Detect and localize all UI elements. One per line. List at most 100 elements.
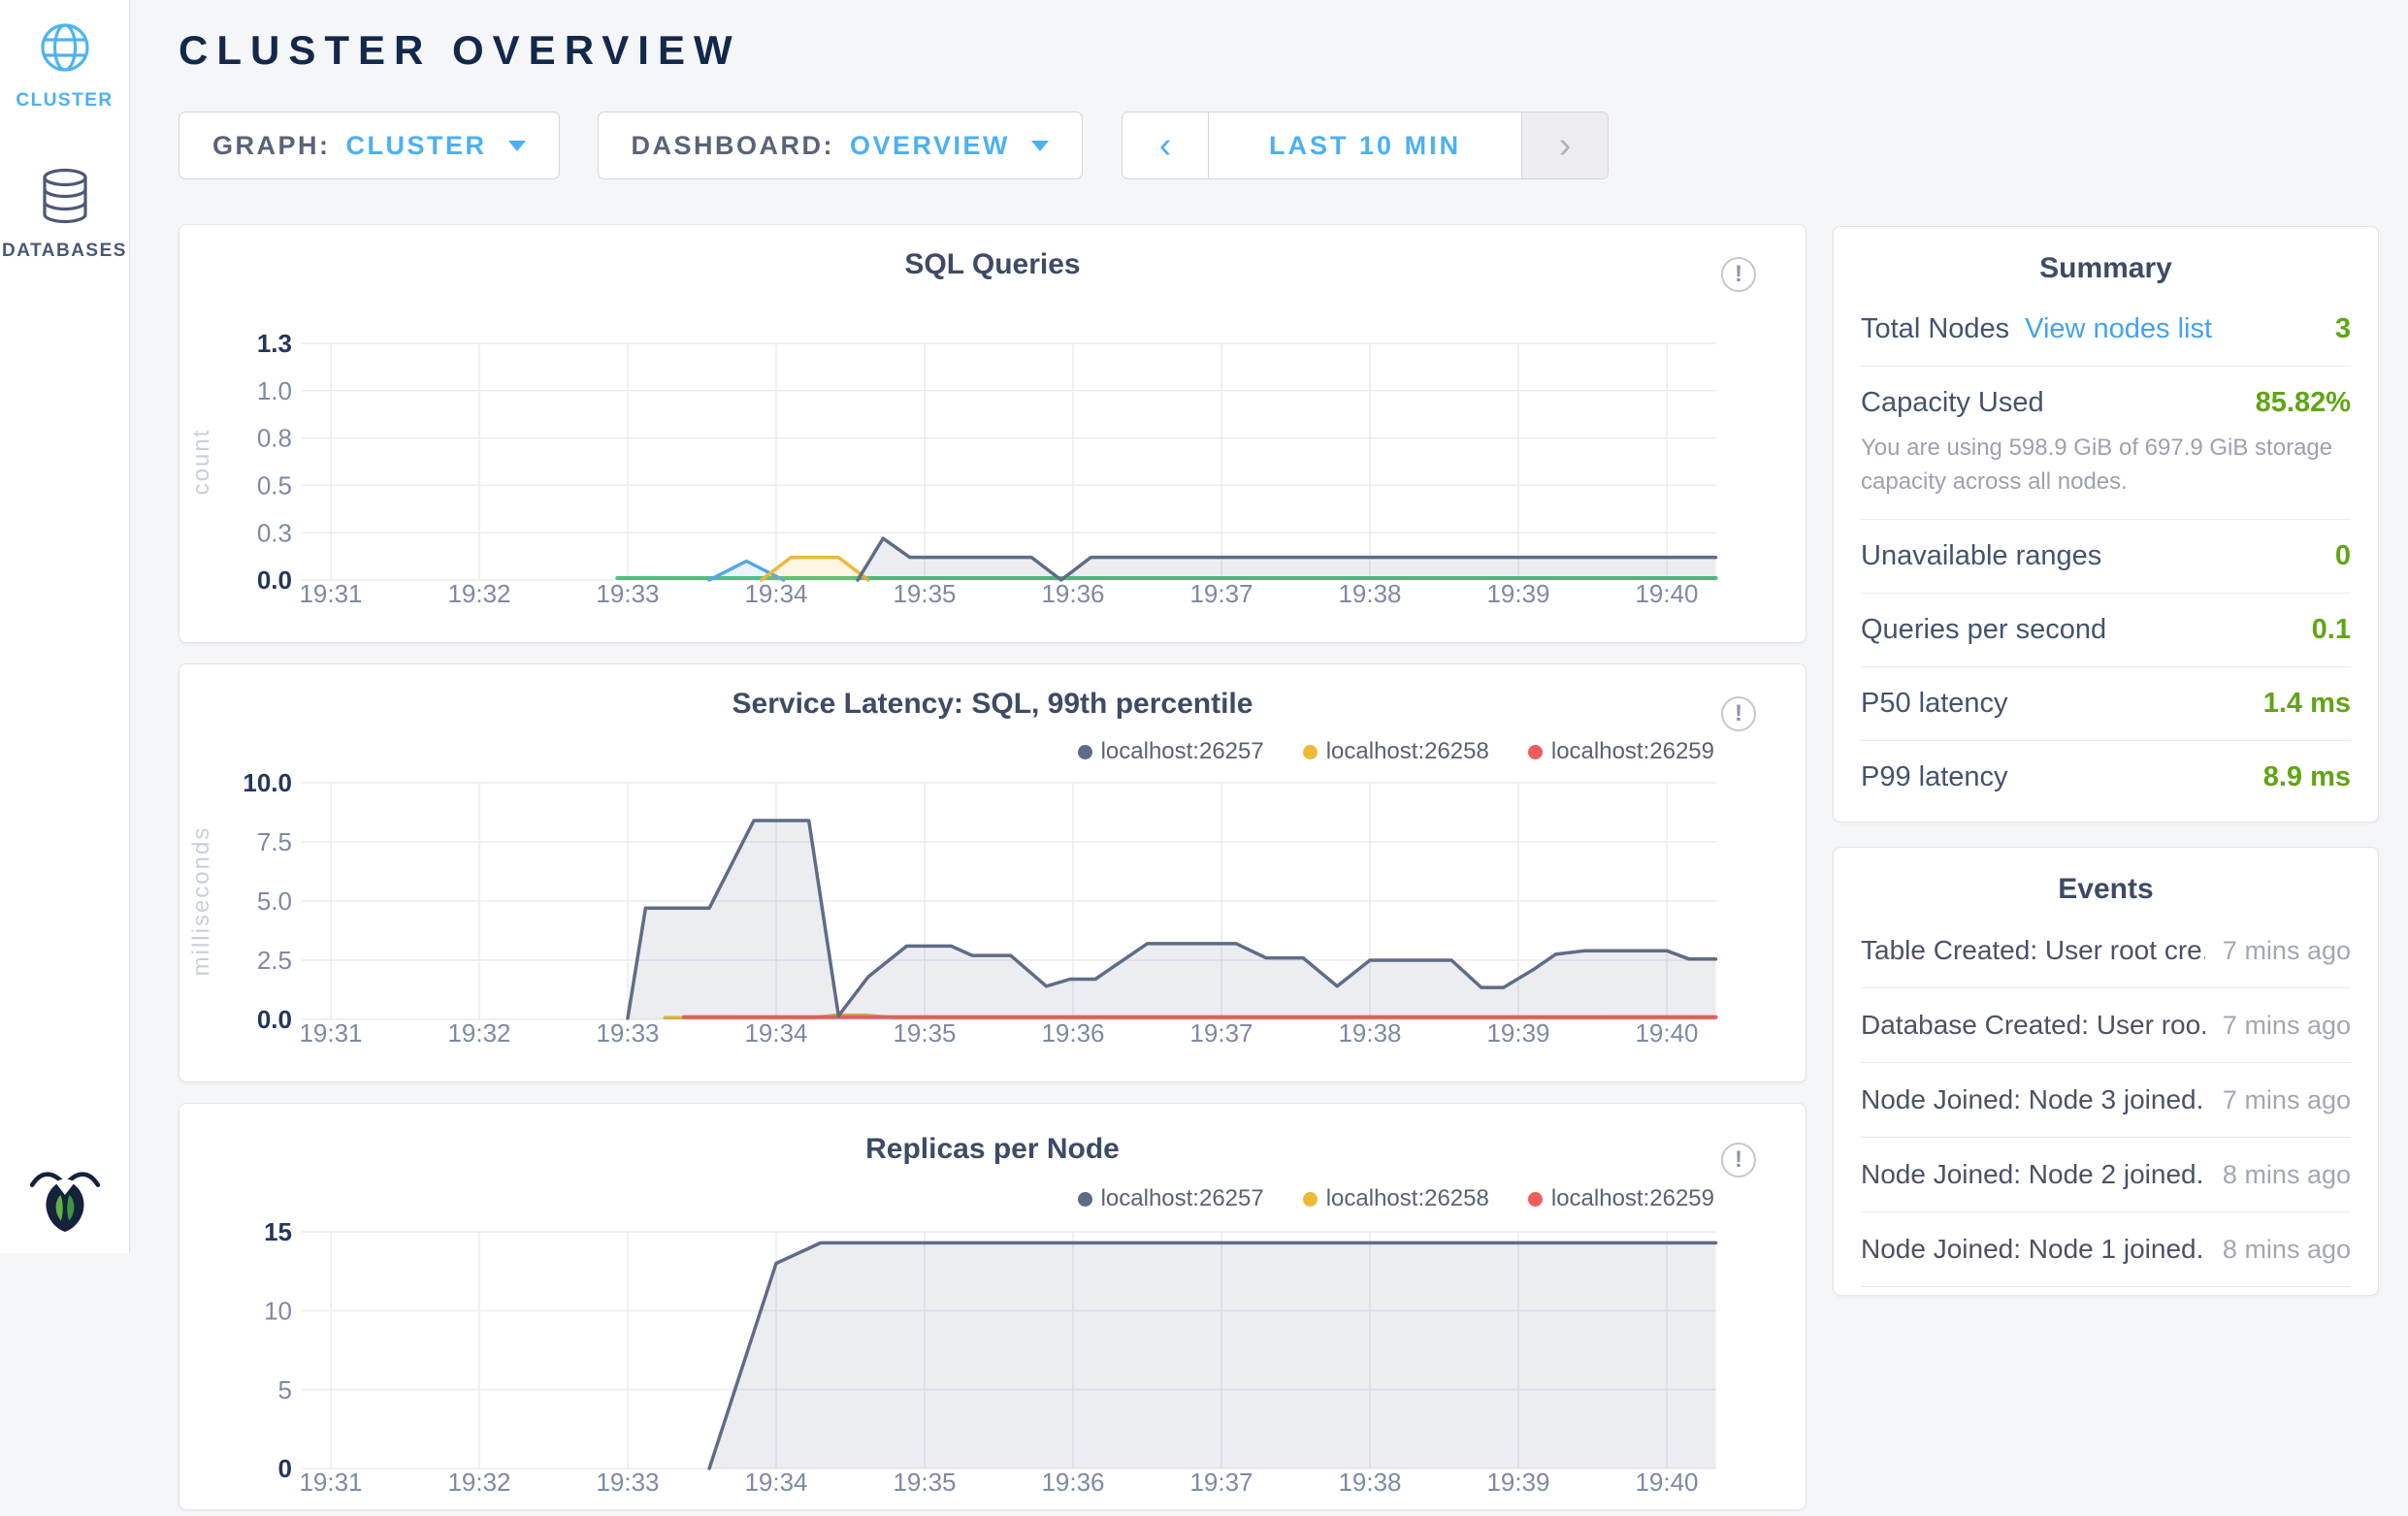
svg-text:19:39: 19:39 [1486,1018,1549,1048]
svg-text:0.3: 0.3 [257,518,292,547]
legend-item: localhost:26257 [1078,1185,1264,1212]
svg-text:19:33: 19:33 [596,1018,659,1048]
svg-text:19:34: 19:34 [744,1468,807,1497]
time-next-button[interactable]: › [1521,113,1608,178]
svg-text:19:35: 19:35 [893,1018,956,1048]
chart-plot-area[interactable]: 0.02.55.07.510.019:3119:3219:3319:3419:3… [179,761,1807,1067]
info-icon[interactable]: ! [1721,257,1756,292]
x-tick-labels: 19:3119:3219:3319:3419:3519:3619:3719:38… [299,1468,1698,1497]
summary-row-label: Queries per second [1861,614,2106,646]
chart-plot-area[interactable]: 05101519:3119:3219:3319:3419:3519:3619:3… [179,1210,1807,1516]
summary-row: Unavailable ranges 0 [1861,519,2351,593]
svg-text:0.0: 0.0 [257,1005,292,1034]
toolbar: GRAPH: CLUSTER DASHBOARD: OVERVIEW ‹ LAS… [179,112,1806,179]
chevron-down-icon [508,141,526,151]
svg-text:1.0: 1.0 [257,376,292,405]
summary-row-label: Unavailable ranges [1861,540,2101,572]
sidebar-item-databases[interactable]: DATABASES [0,168,129,262]
svg-text:19:37: 19:37 [1189,1468,1253,1497]
summary-row: Capacity Used 85.82% You are using 598.9… [1861,366,2351,519]
svg-text:19:37: 19:37 [1189,1018,1253,1048]
svg-text:19:36: 19:36 [1041,1018,1104,1048]
svg-text:5.0: 5.0 [257,887,292,916]
events-title: Events [1861,873,2351,906]
svg-text:19:35: 19:35 [893,579,956,608]
chart-title: Replicas per Node [179,1133,1806,1166]
svg-text:19:32: 19:32 [447,1018,510,1048]
sidebar-item-label: CLUSTER [16,90,113,112]
event-row[interactable]: Node Joined: Node 1 joined... 8 mins ago [1861,1212,2351,1287]
summary-row-label: Capacity Used [1861,387,2044,419]
legend-dot-icon [1528,1192,1543,1207]
chevron-down-icon [1031,141,1049,151]
svg-text:19:39: 19:39 [1486,579,1549,608]
service-latency-chart-card: Service Latency: SQL, 99th percentile ! … [179,663,1806,1082]
svg-text:0.8: 0.8 [257,424,292,453]
legend-dot-icon [1303,1192,1318,1207]
summary-row-value: 1.4 ms [2263,688,2351,720]
dashboard-dropdown[interactable]: DASHBOARD: OVERVIEW [598,112,1084,179]
summary-row-value: 0 [2335,540,2351,572]
svg-text:19:32: 19:32 [447,579,510,608]
chart-svg: 0.00.30.50.81.01.319:3119:3219:3319:3419… [179,322,1807,623]
svg-text:0: 0 [278,1454,292,1483]
svg-text:0.0: 0.0 [257,565,292,595]
summary-title: Summary [1861,252,2351,285]
chart-title: SQL Queries [179,248,1806,281]
chart-svg: 0.02.55.07.510.019:3119:3219:3319:3419:3… [179,761,1807,1062]
legend-label: localhost:26259 [1551,1185,1714,1212]
event-row[interactable]: Table Created: User root cre... 7 mins a… [1861,914,2351,988]
svg-text:19:31: 19:31 [299,1018,362,1048]
event-text: Node Joined: Node 1 joined... [1861,1234,2205,1265]
time-range-selector: ‹ LAST 10 MIN › [1122,112,1609,179]
legend-item: localhost:26258 [1303,1185,1489,1212]
legend-label: localhost:26258 [1326,1185,1489,1212]
series-area-localhost:26257 [709,1242,1715,1468]
view-nodes-list-link[interactable]: View nodes list [2025,313,2212,345]
graph-dropdown[interactable]: GRAPH: CLUSTER [179,112,560,179]
sql-queries-chart-card: SQL Queries ! 0.00.30.50.81.01.319:3119:… [179,224,1806,643]
svg-text:19:34: 19:34 [744,579,807,608]
sidebar: CLUSTER DATABASES [0,0,130,1253]
event-text: Table Created: User root cre... [1861,935,2205,966]
cockroachdb-logo[interactable] [28,1159,102,1238]
y-axis-label: milliseconds [188,826,214,977]
chart-plot-area[interactable]: 0.00.30.50.81.01.319:3119:3219:3319:3419… [179,322,1807,628]
event-row[interactable]: Node Joined: Node 3 joined... 7 mins ago [1861,1063,2351,1138]
info-icon[interactable]: ! [1721,696,1756,731]
series-area-localhost:26257 [628,821,1716,1019]
summary-panel: Summary Total Nodes View nodes list 3 Ca… [1833,226,2379,823]
time-prev-button[interactable]: ‹ [1123,113,1209,178]
svg-text:19:34: 19:34 [744,1018,807,1048]
svg-text:2.5: 2.5 [257,946,292,975]
y-gridlines [302,343,1716,580]
legend-dot-icon [1528,745,1543,759]
databases-icon [40,168,90,229]
event-text: Database Created: User roo... [1861,1010,2205,1041]
events-panel: Events Table Created: User root cre... 7… [1833,847,2379,1296]
svg-text:19:37: 19:37 [1189,579,1253,608]
graph-dropdown-value: CLUSTER [346,131,487,161]
event-text: Node Joined: Node 2 joined... [1861,1159,2205,1190]
legend-dot-icon [1078,745,1092,759]
time-range-button[interactable]: LAST 10 MIN [1209,113,1521,178]
chart-legend: localhost:26257 localhost:26258 localhost:… [1078,1185,1714,1212]
svg-text:19:38: 19:38 [1338,579,1401,608]
capacity-caption: You are using 598.9 GiB of 697.9 GiB sto… [1861,431,2351,499]
event-time: 7 mins ago [2223,1011,2351,1041]
svg-text:10.0: 10.0 [243,768,292,797]
event-row[interactable]: Database Created: User roo... 7 mins ago [1861,988,2351,1063]
svg-text:19:36: 19:36 [1041,579,1104,608]
legend-dot-icon [1303,745,1318,759]
summary-row-value: 85.82% [2256,387,2351,419]
y-tick-labels: 0.02.55.07.510.0 [243,768,292,1034]
svg-text:19:31: 19:31 [299,1468,362,1497]
event-time: 8 mins ago [2223,1160,2351,1190]
svg-text:19:38: 19:38 [1338,1468,1401,1497]
event-row[interactable]: Node Joined: Node 2 joined... 8 mins ago [1861,1138,2351,1212]
svg-text:0.5: 0.5 [257,471,292,500]
sidebar-item-cluster[interactable]: CLUSTER [0,21,129,112]
svg-text:19:33: 19:33 [596,579,659,608]
summary-row: Total Nodes View nodes list 3 [1861,293,2351,366]
info-icon[interactable]: ! [1721,1143,1756,1177]
